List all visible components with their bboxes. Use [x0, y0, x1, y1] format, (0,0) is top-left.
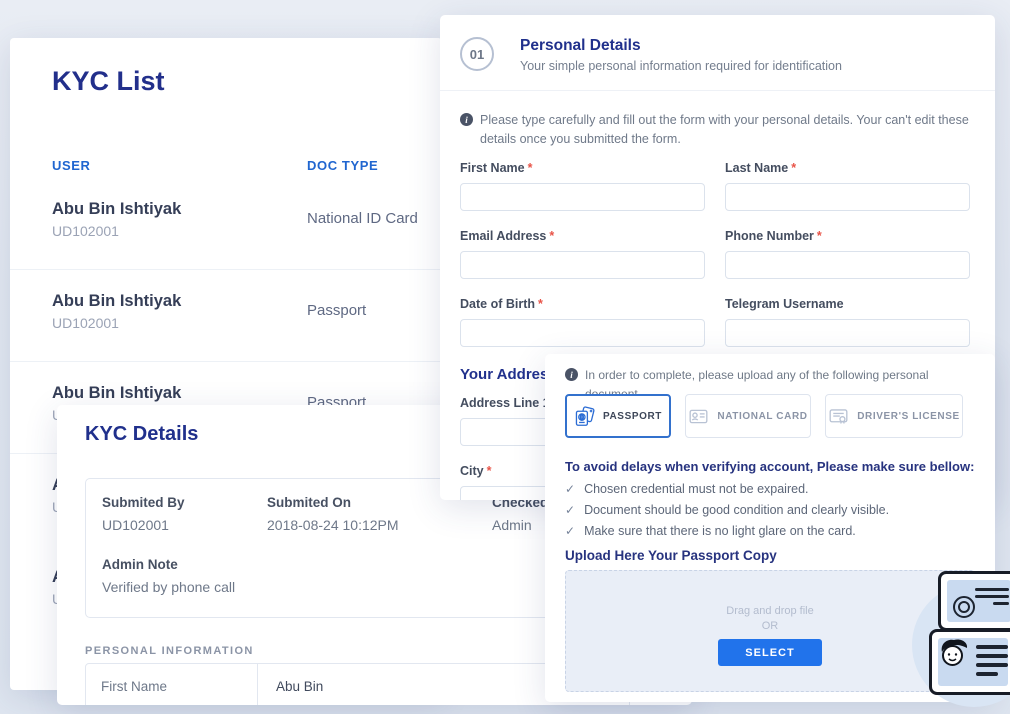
- info-icon: i: [460, 113, 473, 126]
- admin-note: Admin Note Verified by phone call: [102, 557, 235, 595]
- upload-document-panel: i In order to complete, please upload an…: [545, 354, 995, 702]
- required-marker: *: [817, 229, 822, 243]
- verification-checklist: ✓ Chosen credential must not be expaired…: [565, 482, 889, 545]
- user-name: Abu Bin Ishtiyak: [52, 292, 442, 311]
- personal-information-section-title: PERSONAL INFORMATION: [85, 645, 254, 657]
- doc-type: Passport: [307, 302, 366, 319]
- field-last-name: Last Name*: [725, 161, 970, 211]
- drivers-license-icon: [828, 406, 849, 427]
- upload-heading: Upload Here Your Passport Copy: [565, 548, 777, 563]
- kyc-list-row[interactable]: Abu Bin Ishtiyak UD102001 National ID Ca…: [10, 178, 442, 270]
- kyc-dashboard: KYC List USER DOC TYPE Abu Bin Ishtiyak …: [0, 0, 1010, 714]
- info-value: Abu Bin: [258, 664, 341, 705]
- check-icon: ✓: [565, 524, 575, 538]
- doc-type: National ID Card: [307, 210, 418, 227]
- personal-details-title: Personal Details: [520, 37, 641, 55]
- or-text: OR: [566, 620, 974, 632]
- info-label: First Name: [86, 664, 258, 705]
- checklist-item: ✓ Chosen credential must not be expaired…: [565, 482, 889, 503]
- phone-number-input[interactable]: [725, 251, 970, 279]
- field-date-of-birth: Date of Birth*: [460, 297, 705, 347]
- passport-icon: [574, 406, 595, 427]
- field-first-name: First Name*: [460, 161, 705, 211]
- telegram-username-input[interactable]: [725, 319, 970, 347]
- required-marker: *: [538, 297, 543, 311]
- field-phone-number: Phone Number*: [725, 229, 970, 279]
- required-marker: *: [528, 161, 533, 175]
- address-section-title: Your Address: [460, 366, 557, 383]
- column-header-doc-type: DOC TYPE: [307, 158, 378, 173]
- verification-warning-title: To avoid delays when verifying account, …: [565, 459, 974, 474]
- file-dropzone[interactable]: Drag and drop file OR SELECT: [565, 570, 975, 692]
- submitted-by: Submited By UD102001: [102, 495, 185, 533]
- national-card-icon: [688, 406, 709, 427]
- email-address-input[interactable]: [460, 251, 705, 279]
- last-name-input[interactable]: [725, 183, 970, 211]
- header-divider: [440, 90, 995, 91]
- required-marker: *: [487, 464, 492, 478]
- kyc-list-row[interactable]: Abu Bin Ishtiyak UD102001 Passport: [10, 270, 442, 362]
- date-of-birth-input[interactable]: [460, 319, 705, 347]
- step-number-badge: 01: [460, 37, 494, 71]
- user-name: Abu Bin Ishtiyak: [52, 384, 442, 403]
- kyc-list-title: KYC List: [52, 66, 165, 97]
- check-icon: ✓: [565, 503, 575, 517]
- info-icon: i: [565, 368, 578, 381]
- submitted-on: Submited On 2018-08-24 10:12PM: [267, 495, 399, 533]
- checklist-item: ✓ Make sure that there is no light glare…: [565, 524, 889, 545]
- drag-drop-text: Drag and drop file: [566, 605, 974, 617]
- check-icon: ✓: [565, 482, 575, 496]
- personal-details-subtitle: Your simple personal information require…: [520, 59, 842, 73]
- form-note: i Please type carefully and fill out the…: [460, 111, 972, 150]
- kyc-details-title: KYC Details: [85, 423, 198, 446]
- select-file-button[interactable]: SELECT: [718, 639, 822, 666]
- column-header-user: USER: [52, 158, 91, 173]
- doc-option-passport[interactable]: PASSPORT: [565, 394, 671, 438]
- document-type-options: PASSPORT NATIONAL CARD DRIVER'S: [565, 394, 963, 438]
- drivers-license-icon-option[interactable]: DRIVER'S LICENSE: [825, 394, 963, 438]
- doc-option-national-card[interactable]: NATIONAL CARD: [685, 394, 811, 438]
- first-name-input[interactable]: [460, 183, 705, 211]
- user-id: UD102001: [52, 315, 442, 331]
- field-email-address: Email Address*: [460, 229, 705, 279]
- field-telegram-username: Telegram Username: [725, 297, 970, 347]
- checklist-item: ✓ Document should be good condition and …: [565, 503, 889, 524]
- required-marker: *: [791, 161, 796, 175]
- required-marker: *: [549, 229, 554, 243]
